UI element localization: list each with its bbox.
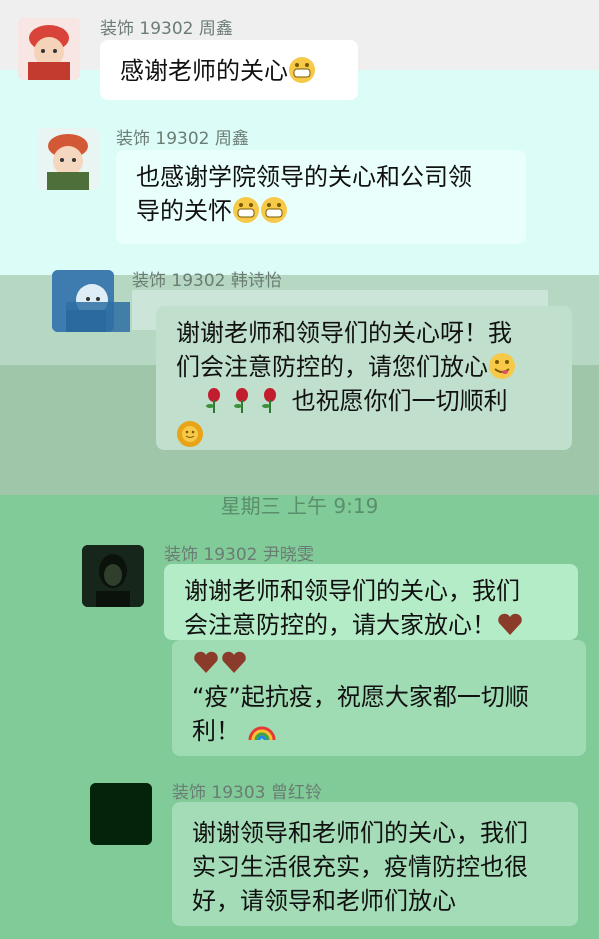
message-text-line — [176, 418, 552, 452]
message-text-line: 会注意防控的，请大家放心！ — [184, 608, 558, 642]
rose-icon — [206, 388, 220, 413]
message-text-line: 谢谢老师和领导们的关心，我们 — [184, 577, 520, 605]
heart-icon — [222, 651, 246, 673]
message-text-line: 利！ — [192, 714, 566, 748]
avatar[interactable] — [37, 128, 99, 190]
message-text-line: 谢谢领导和老师们的关心，我们 — [192, 819, 528, 847]
message-bubble-continued[interactable]: “疫”起抗疫，祝愿大家都一切顺 利！ — [172, 640, 586, 756]
rose-icon — [234, 388, 248, 413]
sender-name: 装饰 19302 韩诗怡 — [132, 271, 282, 291]
rose-icon — [262, 388, 276, 413]
glitch-strip — [66, 302, 130, 332]
message-text-line: 也感谢学院领导的关心和公司领 — [136, 163, 472, 191]
message-text-line: 感谢老师的关心 — [120, 54, 338, 88]
message-text-line — [192, 646, 566, 680]
message-text-line: 好，请领导和老师们放心 — [192, 887, 456, 915]
message-text-line: “疫”起抗疫，祝愿大家都一切顺 — [192, 683, 529, 711]
yum-face-icon — [489, 353, 515, 379]
message-bubble[interactable]: 谢谢老师和领导们的关心，我们 会注意防控的，请大家放心！ — [164, 564, 578, 640]
grin-face-icon — [261, 197, 287, 223]
message-bubble[interactable]: 也感谢学院领导的关心和公司领 导的关怀 — [116, 150, 526, 244]
sun-face-icon — [177, 421, 203, 447]
message-text-line: 导的关怀 — [136, 194, 506, 228]
sender-name: 装饰 19303 曾红铃 — [172, 783, 322, 803]
sender-name: 装饰 19302 尹晓雯 — [164, 545, 314, 565]
message-bubble[interactable]: 谢谢领导和老师们的关心，我们 实习生活很充实，疫情防控也很 好，请领导和老师们放… — [172, 802, 578, 926]
avatar[interactable] — [82, 545, 144, 607]
grin-face-icon — [233, 197, 259, 223]
message-text-line: 谢谢老师和领导们的关心呀！我 — [176, 319, 512, 347]
rainbow-icon — [248, 726, 276, 741]
message-text-line: 实习生活很充实，疫情防控也很 — [192, 853, 528, 881]
sender-name: 装饰 19302 周鑫 — [100, 19, 233, 39]
avatar[interactable] — [90, 783, 152, 845]
grin-face-icon — [289, 57, 315, 83]
message-bubble[interactable]: 感谢老师的关心 — [100, 40, 358, 100]
timestamp: 星期三 上午 9:19 — [220, 494, 379, 518]
message-text-line: 们会注意防控的，请您们放心 — [176, 350, 552, 384]
heart-icon — [498, 613, 522, 635]
avatar[interactable] — [18, 18, 80, 80]
sender-name: 装饰 19302 周鑫 — [116, 129, 249, 149]
heart-icon — [194, 651, 218, 673]
message-bubble[interactable]: 谢谢老师和领导们的关心呀！我 们会注意防控的，请您们放心 也祝愿你们一切顺利 — [156, 306, 572, 450]
message-text-line: 也祝愿你们一切顺利 — [176, 384, 552, 418]
